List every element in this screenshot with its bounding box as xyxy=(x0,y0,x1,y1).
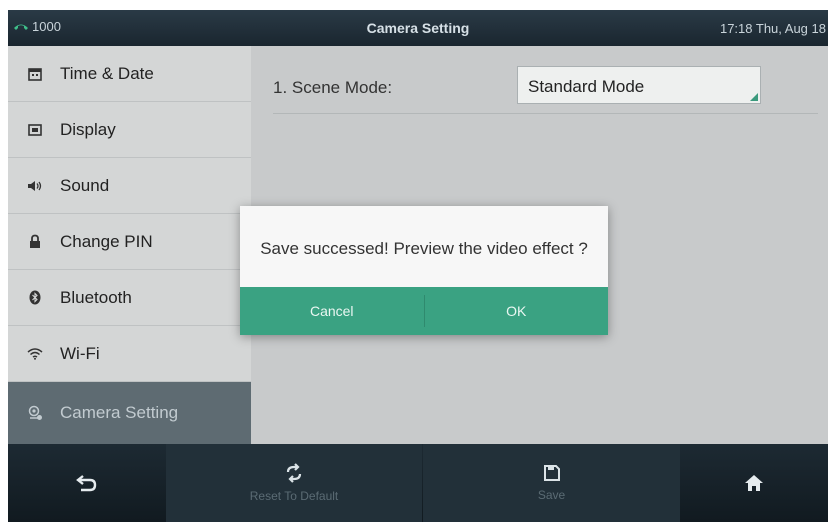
sidebar-item-label: Sound xyxy=(60,175,110,195)
sidebar-item-wifi[interactable]: Wi-Fi xyxy=(8,326,251,382)
sidebar-item-sound[interactable]: Sound xyxy=(8,158,251,214)
cancel-button[interactable]: Cancel xyxy=(240,287,424,335)
display-icon xyxy=(24,121,46,139)
divider xyxy=(273,113,818,114)
sidebar-item-time-date[interactable]: Time & Date xyxy=(8,46,251,102)
page-title: Camera Setting xyxy=(366,20,470,36)
sidebar-item-change-pin[interactable]: Change PIN xyxy=(8,214,251,270)
wifi-icon xyxy=(24,345,46,363)
back-button[interactable] xyxy=(8,444,166,522)
phone-screen: 1000 Camera Setting 17:18 Thu, Aug 18 Ti… xyxy=(8,10,828,522)
status-datetime: 17:18 Thu, Aug 18 xyxy=(719,21,826,36)
scene-mode-value: Standard Mode xyxy=(528,77,645,96)
reset-label: Reset To Default xyxy=(249,489,339,503)
dialog-button-bar: Cancel OK xyxy=(240,287,608,335)
floppy-disk-icon xyxy=(543,465,560,481)
sidebar-item-bluetooth[interactable]: Bluetooth xyxy=(8,270,251,326)
sidebar-item-label: Wi-Fi xyxy=(60,343,100,363)
sidebar-item-label: Change PIN xyxy=(60,231,153,251)
status-bar: 1000 Camera Setting 17:18 Thu, Aug 18 xyxy=(8,10,828,46)
save-label: Save xyxy=(537,488,566,502)
confirm-dialog: Save successed! Preview the video effect… xyxy=(240,206,608,335)
sidebar-item-label: Time & Date xyxy=(60,63,154,83)
sidebar: Time & Date Display Sound Change PIN Blu… xyxy=(8,46,251,444)
ok-button[interactable]: OK xyxy=(425,287,609,335)
sidebar-item-label: Display xyxy=(60,119,116,139)
sidebar-item-display[interactable]: Display xyxy=(8,102,251,158)
save-button[interactable]: Save xyxy=(423,444,680,522)
camera-setting-icon xyxy=(24,404,46,422)
speaker-icon xyxy=(24,177,46,195)
refresh-icon xyxy=(286,463,302,483)
lock-icon xyxy=(24,233,46,251)
home-button[interactable] xyxy=(680,444,828,522)
reset-to-default-button[interactable]: Reset To Default xyxy=(166,444,422,522)
dropdown-corner-icon xyxy=(750,93,758,101)
dialog-message: Save successed! Preview the video effect… xyxy=(260,239,588,258)
bluetooth-icon xyxy=(24,289,46,307)
calendar-icon xyxy=(24,65,46,83)
softkey-bar: Reset To Default Save xyxy=(8,444,828,522)
sidebar-item-label: Camera Setting xyxy=(60,403,179,422)
sidebar-item-camera-setting[interactable]: Camera Setting xyxy=(8,382,251,444)
scene-mode-select[interactable]: Standard Mode xyxy=(517,66,761,104)
back-arrow-icon xyxy=(76,475,97,492)
home-icon xyxy=(745,475,763,491)
sidebar-item-label: Bluetooth xyxy=(60,287,132,307)
scene-mode-label: 1. Scene Mode: xyxy=(273,78,393,97)
